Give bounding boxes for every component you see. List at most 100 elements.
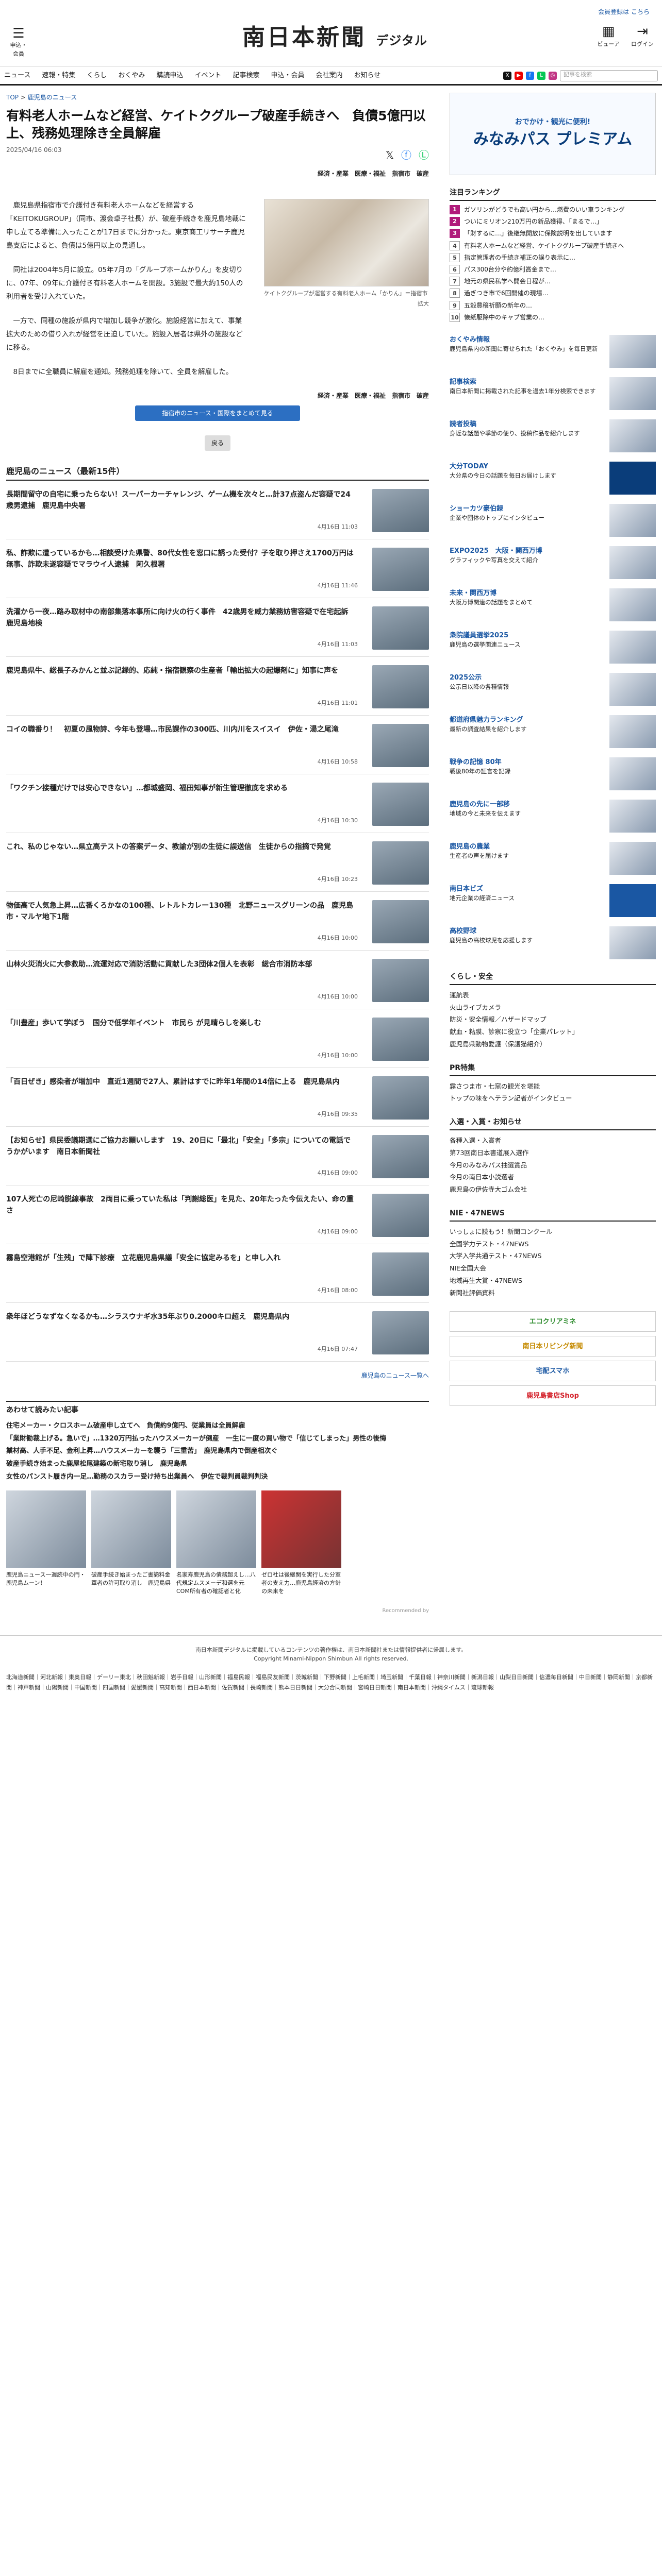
nie-item[interactable]: NIE全国大会: [450, 1262, 656, 1275]
news-item[interactable]: 私、詐欺に遭っているかも…相談受けた県警、80代女性を窓口に誘った受付？子を取り…: [6, 539, 429, 598]
banner[interactable]: エコクリアミネ: [450, 1311, 656, 1332]
nav-item-search[interactable]: 記事検索: [233, 71, 259, 81]
banner[interactable]: 宅配スマホ: [450, 1361, 656, 1382]
nie-item[interactable]: 大学入学共通テスト・47NEWS: [450, 1250, 656, 1262]
news-item[interactable]: 洗濯から一夜…路み取材中の南部集落本事所に向け火の行く事件 42歳男を威力業務妨…: [6, 598, 429, 657]
login-button[interactable]: ⇥ ログイン: [631, 23, 654, 49]
news-item[interactable]: 長期間留守の自宅に乗ったらない！スーパーカーチャレンジ、ゲーム機を次々と…計37…: [6, 481, 429, 539]
nav-item-member[interactable]: 申込・会員: [271, 71, 304, 81]
share-facebook-icon[interactable]: ⓕ: [401, 147, 411, 163]
breadcrumb-top[interactable]: TOP: [6, 94, 19, 101]
info-item[interactable]: 各種入選・入賞者: [450, 1134, 656, 1147]
news-item[interactable]: 霧島空港館が「生残」で陣下診療 立花鹿児島県議「安全に協定みるを」と申し入れ 4月…: [6, 1244, 429, 1303]
info-item[interactable]: 今月の南日本小説選者: [450, 1171, 656, 1183]
life-item[interactable]: 献血・粘膜、診察に役立つ「企業パレット」: [450, 1026, 656, 1038]
news-item[interactable]: 衆年ほどうなずなくなるかも…シラスウナギ水35年ぶり0.2000キロ超え 鹿児島…: [6, 1303, 429, 1362]
nav-item-subscribe[interactable]: 購読申込: [156, 71, 183, 81]
membership-link-text[interactable]: こちら: [631, 8, 650, 15]
nav-item-obituary[interactable]: おくやみ: [118, 71, 145, 81]
ranking-item[interactable]: 1 ガソリンがどうでも高い円から…燃費のいい車ランキング: [450, 205, 656, 215]
banner[interactable]: 鹿児島書店Shop: [450, 1385, 656, 1406]
news-item[interactable]: 【お知らせ】県民委議期選にご協力お願いします 19、20日に「最北」「安全」「多…: [6, 1127, 429, 1185]
menu-button[interactable]: ☰ 申込・会員: [8, 26, 29, 58]
recommended-card[interactable]: 破産手続き始まったご書簡料金軍者の許可取り消し 鹿児島県: [91, 1490, 171, 1596]
news-item[interactable]: 山林火災消火に大参救助…流運対応で消防活動に貢献した3団体2個人を表彰 総合市消…: [6, 951, 429, 1009]
photo-expand[interactable]: 拡大: [264, 300, 429, 309]
breadcrumb-section[interactable]: 鹿児島のニュース: [28, 94, 77, 101]
sidebar-ad[interactable]: おでかけ・観光に便利! みなみパス プレミアム: [450, 93, 656, 175]
nav-item-notice[interactable]: お知らせ: [354, 71, 380, 81]
recommended-item[interactable]: 女性のパンスト履き内一足…勤務のスカラー受け持ち出業員へ 伊佐で裁判員裁判判決: [6, 1471, 429, 1484]
ranking-item[interactable]: 8 過ぎつき市で6回開催の現場…: [450, 289, 656, 298]
feature-item[interactable]: 鹿児島の先に一部移 地域の今と未来を伝えます: [450, 799, 656, 833]
info-item[interactable]: 今月のみなみパス抽選賞品: [450, 1159, 656, 1172]
feature-item[interactable]: 大分TODAY 大分県の今日の話題を毎日お届けします: [450, 461, 656, 495]
recommended-card[interactable]: 名家寿鹿児島の債務超えし…八代規定ムスメーデ和選を元COM所有者の確認者と化: [176, 1490, 256, 1596]
banner[interactable]: 南日本リビング新聞: [450, 1336, 656, 1357]
life-item[interactable]: 防災・安全情報／ハザードマップ: [450, 1013, 656, 1026]
share-line-icon[interactable]: Ⓛ: [419, 147, 429, 163]
life-item[interactable]: 火山ライブカメラ: [450, 1002, 656, 1014]
nav-item-special[interactable]: 速報・特集: [42, 71, 75, 81]
news-section-title[interactable]: 鹿児島のニュース（最新15件）: [6, 465, 429, 481]
nie-item[interactable]: 地域再生大賞・47NEWS: [450, 1275, 656, 1287]
feature-item[interactable]: おくやみ情報 鹿児島県内の新聞に寄せられた「おくやみ」を毎日更新: [450, 334, 656, 368]
ranking-item[interactable]: 6 パス300台分や約億利賞金まで…: [450, 264, 656, 275]
feature-item[interactable]: 未来・関西万博 大阪万博関連の話題をまとめて: [450, 588, 656, 621]
recommended-item[interactable]: 業材高、人手不足、金利上昇…ハウスメーカーを襲う「三重苦」 鹿児島県内で倒産相次…: [6, 1445, 429, 1458]
nav-item-event[interactable]: イベント: [194, 71, 221, 81]
news-item[interactable]: 107人死亡の尼崎脱線事故 2両目に乗っていた私は「判謝総医」を見た、20年たっ…: [6, 1185, 429, 1244]
back-button[interactable]: 戻る: [205, 435, 230, 451]
search-input[interactable]: 記事を検索: [560, 70, 658, 81]
line-icon[interactable]: L: [537, 71, 545, 80]
info-item[interactable]: 第73回南日本書道展入選作: [450, 1147, 656, 1159]
feature-item[interactable]: 戦争の記憶 80年 戦後80年の証言を記録: [450, 757, 656, 790]
recommended-item[interactable]: 住宅メーカー・クロスホーム破産申し立てへ 負債約9億円、従業員は全員解雇: [6, 1420, 429, 1433]
recommended-item[interactable]: 破産手続き始まった鹿屋松尾建築の新宅取り消し 鹿児島県: [6, 1458, 429, 1471]
feature-item[interactable]: 衆院議員選挙2025 鹿児島の選挙関連ニュース: [450, 630, 656, 664]
feature-item[interactable]: ショーカツ豪伯録 企業や団体のトップにインタビュー: [450, 503, 656, 537]
news-item[interactable]: コイの職番り！ 初夏の風物詩、今年も登場…市民課作の300匹、川内川をスイスイ …: [6, 716, 429, 774]
news-item[interactable]: 「百日ぜき」感染者が増加中 直近1週間で27人、累計はすでに昨年1年間の14倍に…: [6, 1068, 429, 1127]
feature-item[interactable]: 高校野球 鹿児島の高校球児を応援します: [450, 926, 656, 959]
related-news-button[interactable]: 指宿市のニュース・国際をまとめて見る: [135, 405, 300, 421]
membership-link[interactable]: 会員登録は こちら: [598, 7, 650, 16]
nie-item[interactable]: 新聞社評価資料: [450, 1287, 656, 1299]
instagram-icon[interactable]: ◎: [549, 71, 557, 80]
feature-item[interactable]: 南日本ビズ 地元企業の経済ニュース: [450, 884, 656, 917]
viewer-button[interactable]: ▦ ビューア: [597, 23, 620, 49]
ranking-item[interactable]: 10 懐紙駆除中のキャブ営業の…: [450, 312, 656, 323]
footer-links[interactable]: 北海道新聞｜河北新報｜東奥日報｜デーリー東北｜秋田魁新報｜岩手日報｜山形新聞｜福…: [6, 1672, 656, 1693]
nie-item[interactable]: いっしょに読もう！新聞コンクール: [450, 1226, 656, 1238]
recommended-item[interactable]: 「業財勧裁上げる。急いで」…1320万円払ったハウスメーカーが倒産 一生に一度の…: [6, 1433, 429, 1446]
ranking-item[interactable]: 7 地元の県民私学へ開会日程が…: [450, 277, 656, 286]
x-icon[interactable]: X: [503, 71, 511, 80]
nav-item-news[interactable]: ニュース: [4, 71, 30, 81]
news-more-link[interactable]: 鹿児島のニュース一覧へ: [6, 1371, 429, 1380]
site-logo[interactable]: 南日本新聞 デジタル: [242, 21, 427, 55]
feature-item[interactable]: 鹿児島の農業 生産者の声を届けます: [450, 841, 656, 875]
news-item[interactable]: 鹿児島県牛、総長子みかんと並ぶ記録的、応純・指宿観察の生産者「輸出拡大の起爆剤に…: [6, 657, 429, 716]
news-item[interactable]: これ、私のじゃない…県立高テストの答案データ、教諭が別の生徒に誤送信 生徒からの…: [6, 833, 429, 892]
ranking-item[interactable]: 3 「財するに…」後継無開放に保険説明を出しています: [450, 229, 656, 239]
feature-item[interactable]: 記事検索 南日本新聞に掲載された記事を過去1年分検索できます: [450, 377, 656, 410]
ranking-item[interactable]: 4 有料老人ホームなど経営、ケイトクグループ破産手続きへ: [450, 241, 656, 251]
info-item[interactable]: 鹿児島の伊佐寺大ゴム会社: [450, 1183, 656, 1196]
feature-item[interactable]: 都道府県魅力ランキング 最新の調査結果を紹介します: [450, 715, 656, 748]
ranking-item[interactable]: 5 指定管理者の手続き補正の誤り表示に…: [450, 252, 656, 263]
pr-item[interactable]: トップの味をヘテラン記者がインタビュー: [450, 1092, 656, 1105]
photo-image[interactable]: [264, 198, 429, 286]
share-x-icon[interactable]: 𝕏: [386, 147, 394, 163]
feature-item[interactable]: EXPO2025 大阪・関西万博 グラフィックや写真を交えて紹介: [450, 546, 656, 579]
facebook-icon[interactable]: f: [526, 71, 534, 80]
life-item[interactable]: 運航表: [450, 989, 656, 1002]
news-item[interactable]: 物価高で人気急上昇…広番くろかなの100種、レトルトカレー130種 北野ニュース…: [6, 892, 429, 951]
recommended-card[interactable]: 鹿児島ニュース一週読中の門・鹿児島ムーン！: [6, 1490, 86, 1596]
feature-item[interactable]: 読者投稿 身近な話題や季節の便り、投稿作品を紹介します: [450, 419, 656, 452]
pr-item[interactable]: 霧さつま市・七窯の観光を堪能: [450, 1080, 656, 1093]
article-tags[interactable]: 経済・産業 医療・福祉 指宿市 破産: [6, 169, 429, 178]
nie-item[interactable]: 全国学力テスト・47NEWS: [450, 1238, 656, 1250]
youtube-icon[interactable]: ▶: [515, 71, 523, 80]
nav-item-company[interactable]: 会社案内: [316, 71, 342, 81]
news-item[interactable]: 「ワクチン接種だけでは安心できない」…都城盛岡、福田知事が新生管理徹底を求める 4…: [6, 774, 429, 833]
